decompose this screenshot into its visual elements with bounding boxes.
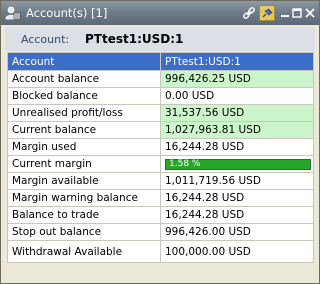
row-value: 16,244.28 USD — [160, 138, 314, 156]
close-icon[interactable] — [302, 5, 318, 21]
table-header-row: Account PTtest1:USD:1 — [7, 52, 314, 71]
link-icon[interactable] — [241, 5, 257, 21]
accounts-window: Account(s) [1] Account: PTtest1:USD:1 Ac… — [0, 0, 320, 284]
row-label: Withdrawal Available — [7, 240, 161, 263]
row-value: 31,537.56 USD — [160, 104, 314, 122]
margin-progress-text: 1.58 % — [169, 158, 201, 169]
table-row[interactable]: Withdrawal Available 100,000.00 USD — [7, 240, 314, 263]
table-row[interactable]: Blocked balance 0.00 USD — [7, 87, 314, 105]
table-row[interactable]: Current balance 1,027,963.81 USD — [7, 121, 314, 139]
header-label: Account — [7, 52, 161, 71]
pin-icon[interactable] — [259, 5, 275, 21]
row-label: Balance to trade — [7, 206, 161, 224]
row-value: 0.00 USD — [160, 87, 314, 105]
row-label: Margin available — [7, 172, 161, 190]
row-value: 1.58 % — [160, 155, 314, 173]
row-label: Stop out balance — [7, 223, 161, 241]
row-value: 100,000.00 USD — [160, 240, 314, 263]
row-value: 1,027,963.81 USD — [160, 121, 314, 139]
table-row[interactable]: Stop out balance 996,426.00 USD — [7, 223, 314, 241]
row-value: 1,011,719.56 USD — [160, 172, 314, 190]
table-row[interactable]: Margin available 1,011,719.56 USD — [7, 172, 314, 190]
row-label: Margin used — [7, 138, 161, 156]
table-row[interactable]: Margin used 16,244.28 USD — [7, 138, 314, 156]
table-row[interactable]: Balance to trade 16,244.28 USD — [7, 206, 314, 224]
row-label: Account balance — [7, 70, 161, 88]
row-value: 16,244.28 USD — [160, 189, 314, 207]
window-title: Account(s) [1] — [26, 6, 108, 20]
account-selector: Account: PTtest1:USD:1 — [5, 27, 315, 51]
row-value: 996,426.00 USD — [160, 223, 314, 241]
row-label: Current balance — [7, 121, 161, 139]
row-label: Margin warning balance — [7, 189, 161, 207]
header-value: PTtest1:USD:1 — [160, 52, 314, 71]
row-label: Current margin — [7, 155, 161, 173]
account-icon — [5, 5, 21, 21]
account-details-table: Account PTtest1:USD:1 Account balance 99… — [7, 52, 314, 263]
table-row[interactable]: Unrealised profit/loss 31,537.56 USD — [7, 104, 314, 122]
table-row[interactable]: Margin warning balance 16,244.28 USD — [7, 189, 314, 207]
account-value: PTtest1:USD:1 — [85, 32, 184, 46]
row-label: Blocked balance — [7, 87, 161, 105]
row-value: 16,244.28 USD — [160, 206, 314, 224]
account-label: Account: — [21, 33, 70, 46]
table-row[interactable]: Account balance 996,426.25 USD — [7, 70, 314, 88]
row-label: Unrealised profit/loss — [7, 104, 161, 122]
margin-progress-bar: 1.58 % — [165, 158, 311, 170]
row-value: 996,426.25 USD — [160, 70, 314, 88]
table-row[interactable]: Current margin 1.58 % — [7, 155, 314, 173]
title-bar[interactable]: Account(s) [1] — [1, 1, 319, 25]
